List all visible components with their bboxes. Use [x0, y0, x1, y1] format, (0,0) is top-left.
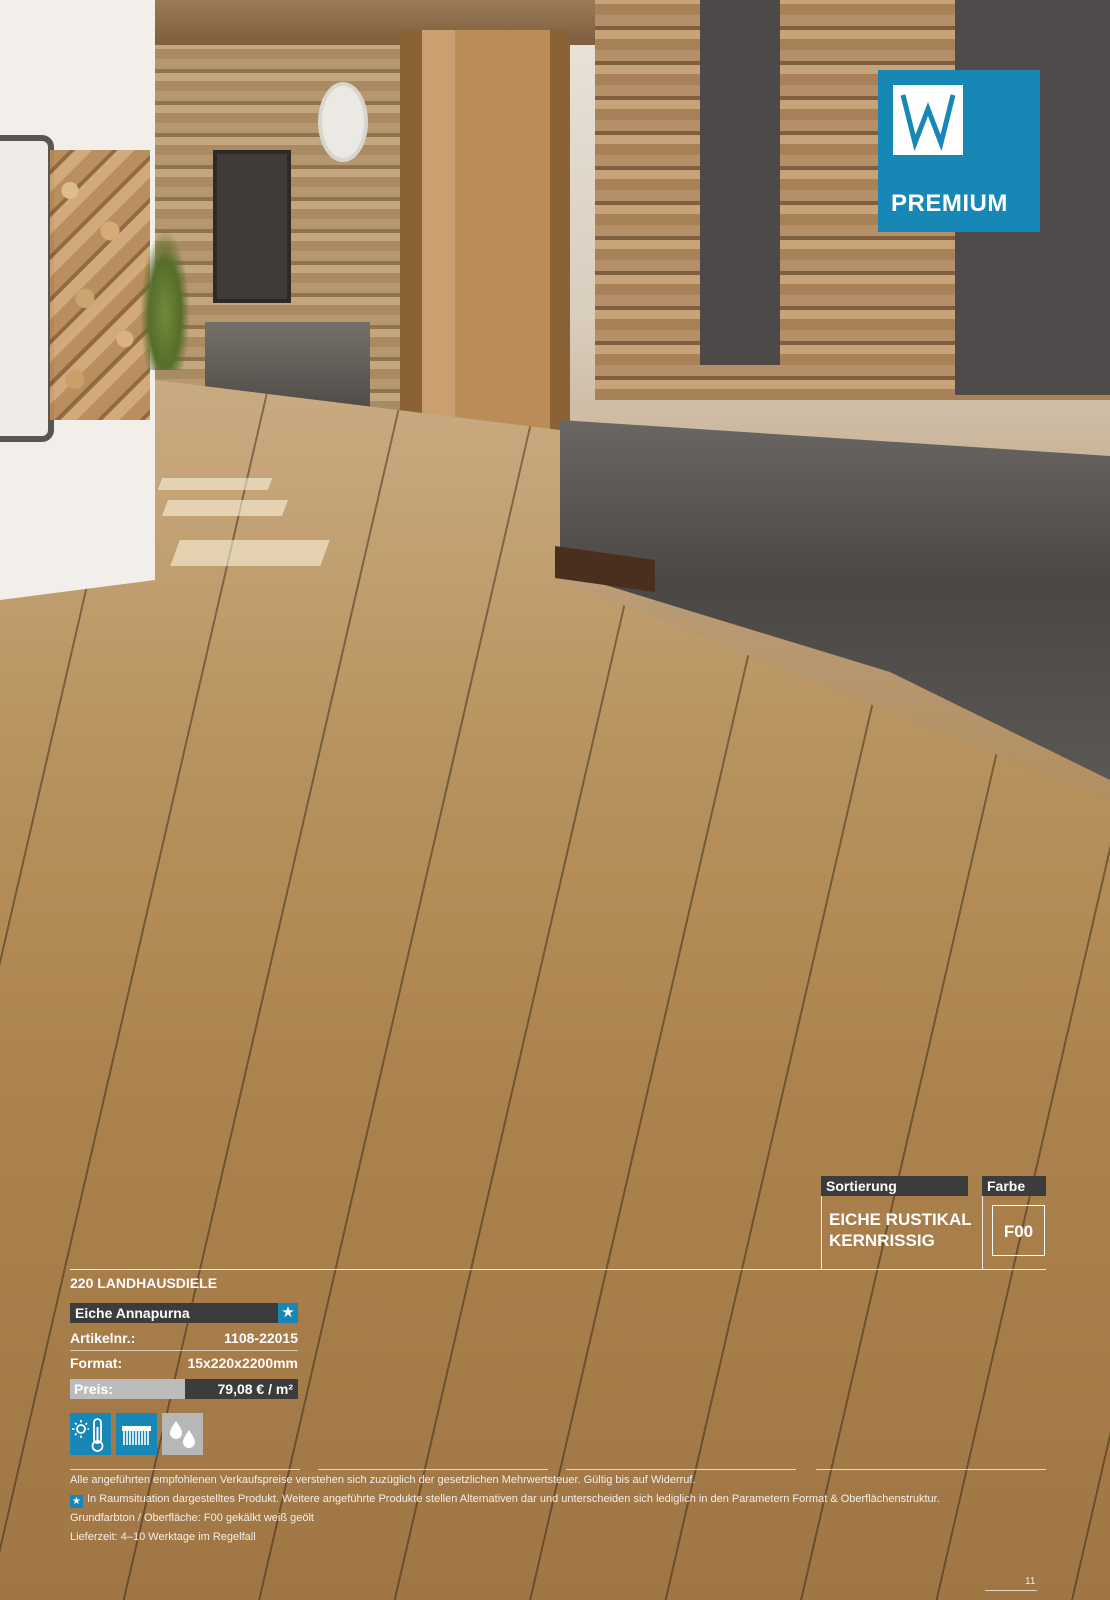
- plant: [140, 230, 190, 370]
- product-series: 220 LANDHAUSDIELE: [70, 1275, 218, 1291]
- brush-texture-icon: [116, 1413, 157, 1455]
- premium-badge: PREMIUM: [878, 70, 1040, 232]
- water-drops-icon: [162, 1413, 203, 1455]
- note-product: ★ In Raumsituation dargestelltes Produkt.…: [70, 1493, 940, 1508]
- wall-tv: [213, 150, 291, 303]
- sortierung-value: EICHE RUSTIKAL KERNRISSIG: [829, 1210, 972, 1250]
- star-icon: ★: [70, 1495, 83, 1508]
- premium-label: PREMIUM: [891, 190, 1008, 217]
- page-number: 11: [1025, 1576, 1036, 1587]
- round-mirror: [318, 82, 368, 162]
- divider: [70, 1269, 1046, 1270]
- preis-value: 79,08 € / m²: [185, 1379, 298, 1399]
- catalog-page: PREMIUM Sortierung Farbe EICHE RUSTIKAL …: [0, 0, 1110, 1600]
- note-delivery: Lieferzeit: 4–10 Werktage im Regelfall: [70, 1531, 256, 1543]
- sortierung-header: Sortierung: [821, 1176, 968, 1196]
- farbe-header: Farbe: [982, 1176, 1046, 1196]
- farbe-value: F00: [992, 1205, 1045, 1256]
- firewood-stack: [50, 150, 150, 420]
- star-icon: ★: [278, 1303, 298, 1323]
- note-price: Alle angeführten empfohlenen Verkaufspre…: [70, 1474, 696, 1486]
- floor-heating-icon: [70, 1413, 111, 1455]
- product-name: Eiche Annapurna: [70, 1303, 298, 1323]
- note-surface: Grundfarbton / Oberfläche: F00 gekälkt w…: [70, 1512, 314, 1524]
- w-logo-icon: [893, 85, 963, 155]
- preis-label: Preis:: [70, 1379, 185, 1399]
